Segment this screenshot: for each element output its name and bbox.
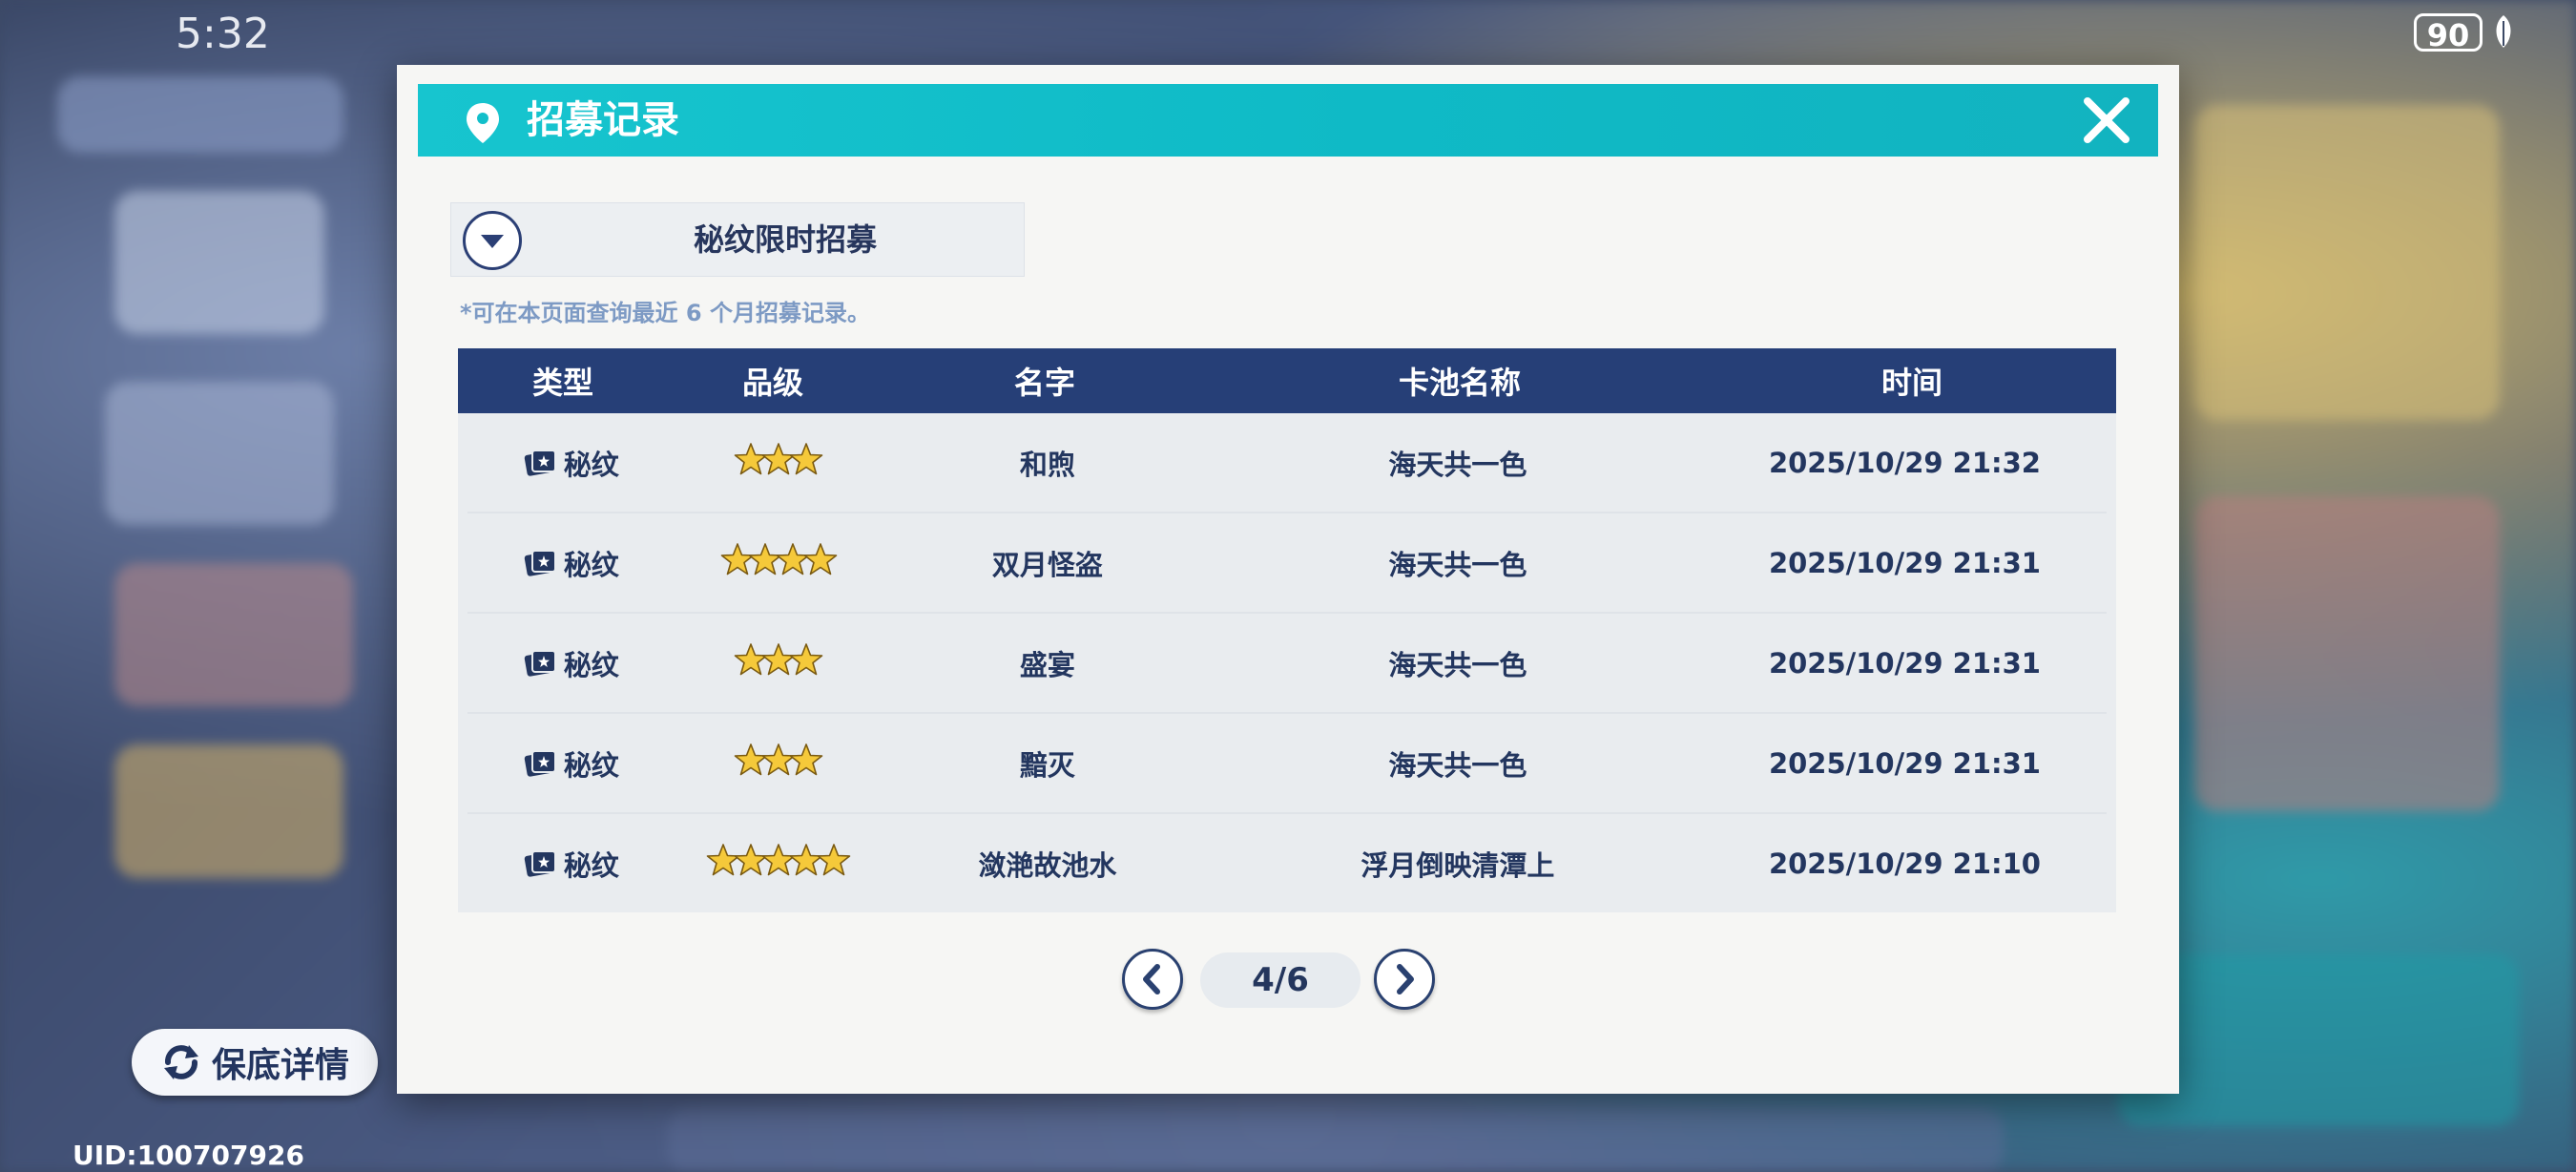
table-header: 类型 品级 名字 卡池名称 时间 bbox=[458, 348, 2116, 413]
cycle-arrows-icon bbox=[163, 1045, 198, 1079]
user-uid: UID:100707926 bbox=[73, 1140, 304, 1171]
card-icon bbox=[524, 749, 556, 777]
next-page-button[interactable] bbox=[1374, 949, 1435, 1010]
table-row: 秘纹 黯灭 海天共一色 2025/10/29 21:31 bbox=[467, 714, 2107, 814]
table-row: 秘纹 潋滟故池水 浮月倒映清潭上 2025/10/29 21:10 bbox=[467, 814, 2107, 912]
prev-page-button[interactable] bbox=[1122, 949, 1183, 1010]
table-row: 秘纹 和煦 海天共一色 2025/10/29 21:32 bbox=[467, 413, 2107, 513]
cell-grade bbox=[675, 540, 882, 585]
recruit-record-dialog: 招募记录 秘纹限时招募 *可在本页面查询最近 6 个月招募记录。 类型 品级 名… bbox=[397, 65, 2179, 1094]
battery-indicator: 90 bbox=[2414, 13, 2483, 53]
cell-type: 秘纹 bbox=[467, 643, 675, 683]
table-body: 秘纹 和煦 海天共一色 2025/10/29 21:32 秘纹 双月怪盗 海天共一色 2025… bbox=[458, 413, 2116, 912]
cell-time: 2025/10/29 21:31 bbox=[1768, 546, 2041, 579]
card-icon bbox=[524, 449, 556, 476]
cell-type: 秘纹 bbox=[467, 443, 675, 483]
pagination: 4/6 bbox=[397, 949, 2179, 1015]
star-icon bbox=[803, 543, 838, 576]
leaf-icon bbox=[2496, 15, 2511, 48]
location-pin-icon bbox=[467, 103, 499, 143]
star-icon bbox=[817, 844, 851, 876]
cell-name: 黯灭 bbox=[1019, 748, 1075, 782]
close-icon[interactable] bbox=[2080, 94, 2133, 147]
chevron-left-icon bbox=[1143, 964, 1160, 994]
cell-grade bbox=[675, 440, 882, 485]
card-icon bbox=[524, 849, 556, 877]
chevron-down-icon bbox=[481, 235, 504, 248]
header-pool: 卡池名称 bbox=[1398, 365, 1521, 401]
cell-name: 盛宴 bbox=[1019, 648, 1075, 681]
header-grade: 品级 bbox=[741, 365, 803, 401]
cell-type: 秘纹 bbox=[467, 844, 675, 884]
card-icon bbox=[524, 549, 556, 576]
table-row: 秘纹 双月怪盗 海天共一色 2025/10/29 21:31 bbox=[467, 513, 2107, 614]
cell-time: 2025/10/29 21:31 bbox=[1768, 646, 2041, 680]
cell-pool: 海天共一色 bbox=[1388, 448, 1527, 481]
cell-time: 2025/10/29 21:10 bbox=[1768, 847, 2041, 880]
cell-type: 秘纹 bbox=[467, 743, 675, 784]
cell-grade bbox=[675, 741, 882, 785]
dialog-title-bar: 招募记录 bbox=[418, 84, 2158, 157]
cell-time: 2025/10/29 21:31 bbox=[1768, 746, 2041, 780]
star-rating bbox=[734, 741, 823, 779]
cell-name: 潋滟故池水 bbox=[978, 848, 1117, 882]
star-rating bbox=[706, 841, 851, 879]
cell-type-label: 秘纹 bbox=[563, 648, 619, 681]
table-row: 秘纹 盛宴 海天共一色 2025/10/29 21:31 bbox=[467, 614, 2107, 714]
header-type: 类型 bbox=[531, 365, 593, 401]
dropdown-toggle[interactable] bbox=[463, 211, 522, 270]
star-rating bbox=[734, 640, 823, 679]
card-icon bbox=[524, 649, 556, 677]
records-note: *可在本页面查询最近 6 个月招募记录。 bbox=[460, 300, 870, 326]
records-table: 类型 品级 名字 卡池名称 时间 秘纹 和煦 海天共一色 2025/10/29 21:… bbox=[458, 348, 2116, 912]
star-icon bbox=[789, 743, 823, 776]
pool-dropdown[interactable]: 秘纹限时招募 bbox=[450, 202, 1025, 277]
cell-name: 双月怪盗 bbox=[991, 548, 1103, 581]
star-rating bbox=[734, 440, 823, 478]
cell-pool: 海天共一色 bbox=[1388, 748, 1527, 782]
guarantee-details-label: 保底详情 bbox=[211, 1046, 349, 1085]
cell-type-label: 秘纹 bbox=[563, 848, 619, 882]
header-time: 时间 bbox=[1880, 365, 1942, 401]
cell-type-label: 秘纹 bbox=[563, 448, 619, 481]
page-indicator: 4/6 bbox=[1200, 952, 1361, 1008]
dialog-title: 招募记录 bbox=[527, 98, 679, 142]
cell-type-label: 秘纹 bbox=[563, 548, 619, 581]
cell-grade bbox=[675, 841, 882, 886]
cell-time: 2025/10/29 21:32 bbox=[1768, 446, 2041, 479]
star-icon bbox=[789, 443, 823, 475]
cell-type: 秘纹 bbox=[467, 543, 675, 583]
cell-pool: 海天共一色 bbox=[1388, 548, 1527, 581]
star-icon bbox=[789, 643, 823, 676]
status-time: 5:32 bbox=[176, 10, 270, 58]
guarantee-details-button[interactable]: 保底详情 bbox=[132, 1029, 378, 1096]
cell-type-label: 秘纹 bbox=[563, 748, 619, 782]
pool-dropdown-value: 秘纹限时招募 bbox=[693, 221, 877, 258]
star-rating bbox=[720, 540, 838, 578]
cell-pool: 海天共一色 bbox=[1388, 648, 1527, 681]
cell-grade bbox=[675, 640, 882, 685]
cell-name: 和煦 bbox=[1019, 448, 1075, 481]
header-name: 名字 bbox=[1013, 365, 1075, 401]
chevron-right-icon bbox=[1397, 964, 1414, 994]
cell-pool: 浮月倒映清潭上 bbox=[1361, 848, 1555, 882]
